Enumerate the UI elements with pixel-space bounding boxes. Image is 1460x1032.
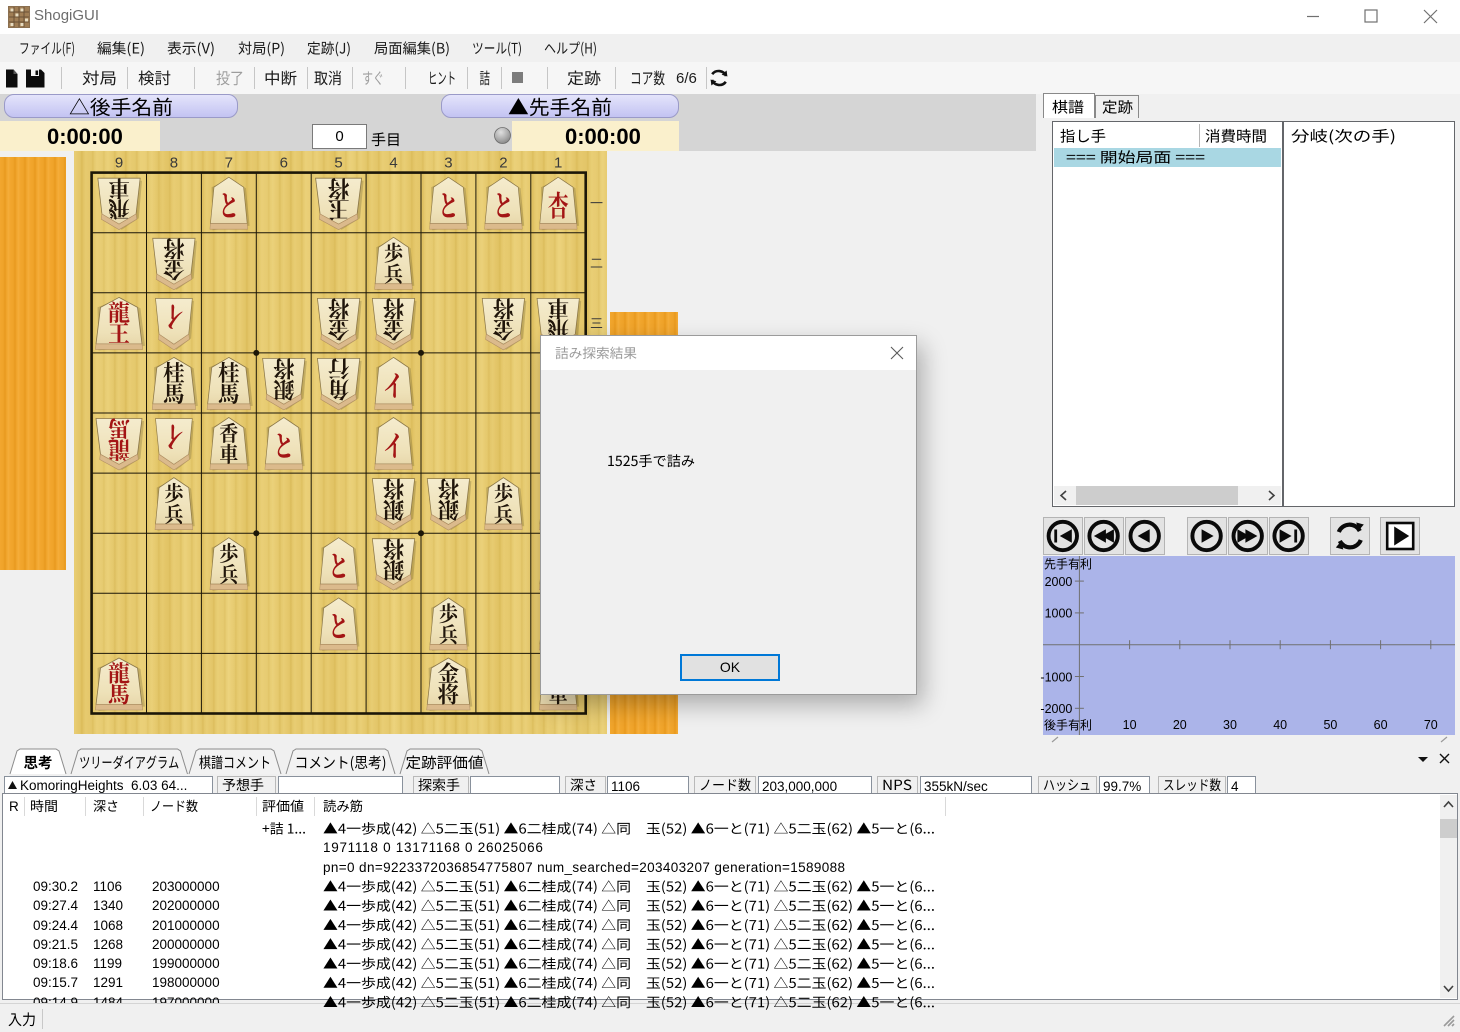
svg-text:3: 3 <box>444 155 452 172</box>
svg-text:9: 9 <box>115 155 123 172</box>
svg-text:7: 7 <box>225 155 233 172</box>
svg-text:8: 8 <box>170 155 178 172</box>
svg-text:1: 1 <box>554 155 562 172</box>
svg-text:4: 4 <box>389 155 397 172</box>
svg-text:6: 6 <box>280 155 288 172</box>
svg-text:2: 2 <box>499 155 507 172</box>
svg-text:5: 5 <box>334 155 342 172</box>
